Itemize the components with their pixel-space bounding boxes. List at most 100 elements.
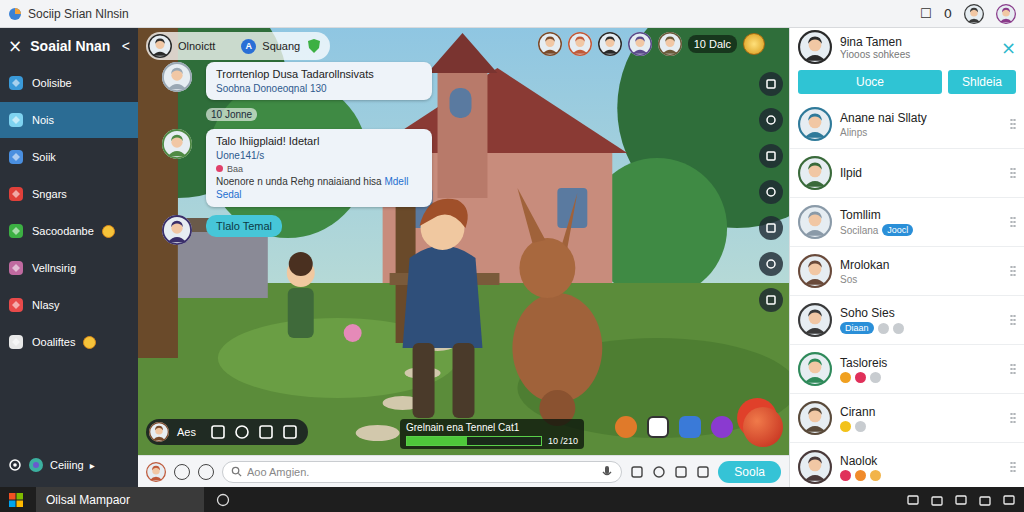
tray-icon[interactable] [930,493,944,507]
contact-row[interactable]: Naolok [790,443,1024,487]
tool-button[interactable] [759,144,783,168]
tool-button[interactable] [759,216,783,240]
user-avatar[interactable] [996,4,1016,24]
status-icon [840,421,851,432]
profile-avatar[interactable] [798,30,832,64]
user-avatar[interactable] [964,4,984,24]
search-icon[interactable] [216,493,230,507]
player-bar: 10 Dalc [538,32,765,56]
composer-icon[interactable] [674,465,688,479]
send-button[interactable]: Soola [718,461,781,483]
tool-icon [765,78,777,90]
sidebar-item[interactable]: Sacoodanbe [0,213,138,249]
taskbar-app[interactable]: Oilsal Mampaor [36,487,204,512]
contact-avatar[interactable] [798,401,832,435]
close-button[interactable]: × [1001,37,1016,58]
drag-handle-icon[interactable] [1010,314,1016,326]
windows-icon[interactable] [8,492,24,508]
tool-icon [765,114,777,126]
contact-row[interactable]: Mrolokan Sos [790,247,1024,296]
sidebar-item[interactable]: Vellnsirig [0,250,138,286]
contact-avatar[interactable] [798,352,832,386]
window-control[interactable]: 0 [944,6,952,21]
drag-handle-icon[interactable] [1010,265,1016,277]
drag-handle-icon[interactable] [1010,118,1016,130]
contact-avatar[interactable] [798,450,832,484]
mic-icon[interactable] [601,465,613,479]
contact-avatar[interactable] [798,156,832,190]
drag-handle-icon[interactable] [1010,216,1016,228]
sidebar-item[interactable]: Oolisibe [0,65,138,101]
pumpkin-icon[interactable] [615,416,637,438]
player-avatar[interactable] [658,32,682,56]
action-icon[interactable] [258,424,274,440]
tray-icon[interactable] [1002,493,1016,507]
contact-row[interactable]: Cirann [790,394,1024,443]
action-icon[interactable] [234,424,250,440]
contact-row[interactable]: Tomllim Socilana Joocl [790,198,1024,247]
drag-handle-icon[interactable] [1010,412,1016,424]
coin-icon[interactable] [743,33,765,55]
window-control[interactable]: ☐ [920,6,932,21]
contact-row[interactable]: Ilpid [790,149,1024,198]
tool-button[interactable] [759,180,783,204]
contact-row[interactable]: Soho Sies Diaan [790,296,1024,345]
contact-row[interactable]: Anane nai Sllaty Alinps [790,100,1024,149]
sidebar-item[interactable]: Nois [0,102,138,138]
tray-icon[interactable] [906,493,920,507]
contact-avatar[interactable] [798,107,832,141]
emoji-icon[interactable] [174,464,190,480]
tool-button[interactable] [759,288,783,312]
composer-icon[interactable] [652,465,666,479]
action-icon[interactable] [210,424,226,440]
sidebar-footer[interactable]: Ceiiing ▸ [0,443,138,487]
sender-avatar[interactable] [162,215,192,245]
contact-row[interactable]: Tasloreis [790,345,1024,394]
tray-icon[interactable] [978,493,992,507]
composer-icon[interactable] [696,465,710,479]
message-field[interactable] [222,461,622,483]
drag-handle-icon[interactable] [1010,167,1016,179]
magic-icon[interactable] [711,416,733,438]
menu-icon [8,297,24,313]
panel-button[interactable]: Shldeia [948,70,1016,94]
sidebar-item[interactable]: Sngars [0,176,138,212]
ball-icon[interactable] [743,407,783,447]
channel-name[interactable]: Squang [262,40,300,52]
card-icon[interactable] [647,416,669,438]
player-avatar[interactable] [598,32,622,56]
player-avatar[interactable] [149,422,169,442]
message-link[interactable]: Mdell Sedal [216,176,408,201]
close-button[interactable]: × [8,36,22,56]
tool-button[interactable] [759,72,783,96]
sidebar-item[interactable]: Soiik [0,139,138,175]
drag-handle-icon[interactable] [1010,461,1016,473]
sticker-icon[interactable] [198,464,214,480]
composer-icon[interactable] [630,465,644,479]
panel-button[interactable]: Uoce [798,70,942,94]
tray-icon[interactable] [954,493,968,507]
game-view[interactable]: Olnoictt A Squang Trorrtenlop Dusa Tadar… [138,28,789,455]
user-avatar[interactable] [148,34,172,58]
player-avatar[interactable] [568,32,592,56]
tool-button[interactable] [759,252,783,276]
contact-avatar[interactable] [798,254,832,288]
action-icon[interactable] [282,424,298,440]
contact-avatar[interactable] [798,303,832,337]
message-input[interactable] [247,466,596,478]
drag-handle-icon[interactable] [1010,363,1016,375]
player-avatar[interactable] [628,32,652,56]
contact-avatar[interactable] [798,205,832,239]
sender-avatar[interactable] [162,129,192,159]
sidebar-item[interactable]: Ooaliftes [0,324,138,360]
chat-message[interactable]: Talo Ihiigplaid! Idetarl Uone141/s Baa N… [162,129,452,206]
sidebar-item[interactable]: Nlasy [0,287,138,323]
user-avatar[interactable] [146,462,166,482]
chat-message[interactable]: Tlalo Temal [162,215,452,245]
chat-message[interactable]: Trorrtenlop Dusa Tadarollnsivats Soobna … [162,62,452,100]
player-avatar[interactable] [538,32,562,56]
tool-button[interactable] [759,108,783,132]
sender-avatar[interactable] [162,62,192,92]
bag-icon[interactable] [679,416,701,438]
collapse-button[interactable]: < [122,38,130,54]
